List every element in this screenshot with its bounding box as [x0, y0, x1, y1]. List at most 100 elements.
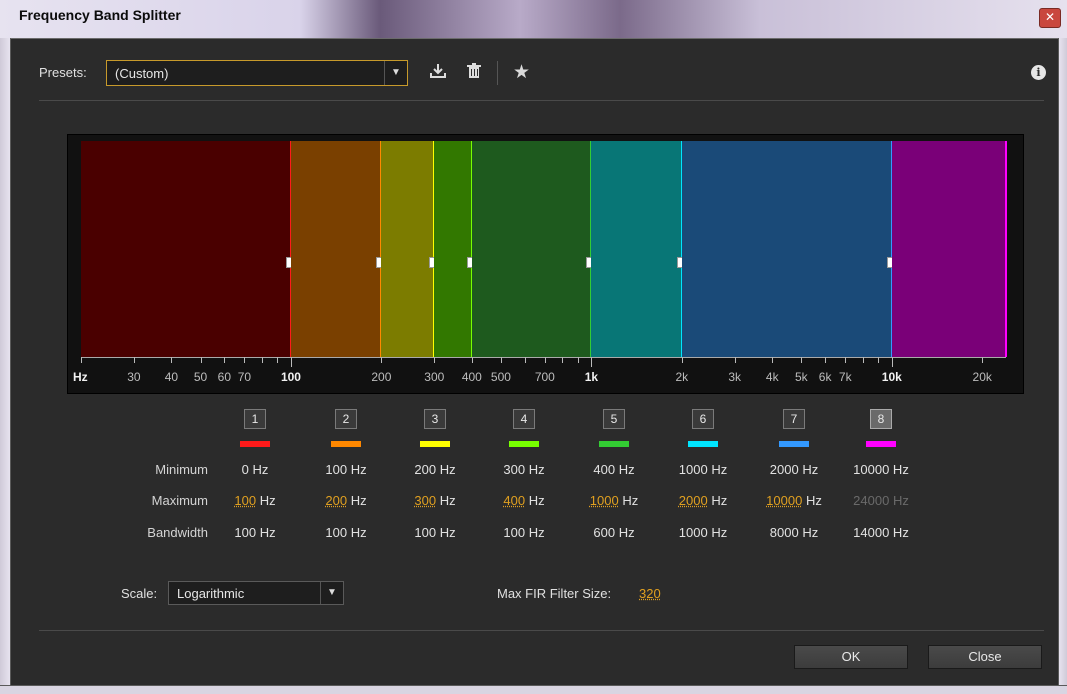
- presets-value: (Custom): [115, 66, 169, 81]
- band-number-8[interactable]: 8: [870, 409, 892, 429]
- band-bandwidth-2: 100 Hz: [325, 525, 367, 540]
- axis-tick: [381, 357, 383, 363]
- band-maximum-value: 10000: [766, 493, 803, 508]
- band-bandwidth-3: 100 Hz: [414, 525, 456, 540]
- band-bandwidth-4: 100 Hz: [503, 525, 545, 540]
- band-number-7[interactable]: 7: [783, 409, 805, 429]
- scale-dropdown[interactable]: Logarithmic ▼: [168, 581, 344, 605]
- axis-tick: [81, 357, 82, 363]
- band-maximum-unit: Hz: [525, 493, 545, 508]
- band-minimum-1: 0 Hz: [241, 462, 269, 477]
- band-minimum-2: 100 Hz: [325, 462, 367, 477]
- axis-tick: [133, 357, 135, 363]
- band-minimum-3: 200 Hz: [414, 462, 456, 477]
- band-maximum-4[interactable]: 400 Hz: [479, 493, 569, 508]
- band-region-2: [290, 141, 382, 357]
- presets-label: Presets:: [39, 65, 87, 80]
- band-graph[interactable]: Hz 30 40 50 60 70 100 200 300 400 500 700 1k 2k 3k 4k 5k…: [67, 134, 1024, 394]
- band-boundary-line-8: [1005, 141, 1007, 357]
- axis-line: [81, 357, 1006, 358]
- band-number-1[interactable]: 1: [244, 409, 266, 429]
- band-number-6[interactable]: 6: [692, 409, 714, 429]
- band-region-7: [681, 141, 892, 357]
- band-minimum-5: 400 Hz: [593, 462, 635, 477]
- axis-tick: [562, 357, 564, 363]
- axis-tick: [891, 357, 893, 367]
- band-bandwidth-6: 1000 Hz: [678, 525, 728, 540]
- presets-dropdown[interactable]: (Custom) ▼: [106, 60, 408, 86]
- info-icon[interactable]: i: [1031, 65, 1046, 80]
- fir-filter-size-value[interactable]: 320: [639, 586, 661, 601]
- close-window-button[interactable]: ✕: [1039, 8, 1061, 28]
- band-color-swatch-6: [688, 441, 718, 447]
- band-maximum-value: 1000: [589, 493, 619, 508]
- band-bandwidth-8: 14000 Hz: [853, 525, 909, 540]
- delete-preset-icon[interactable]: [466, 63, 482, 84]
- axis-tick: [878, 357, 880, 363]
- band-maximum-unit: Hz: [436, 493, 456, 508]
- window-frame-left: [0, 38, 11, 694]
- band-region-3: [381, 141, 435, 357]
- axis-label: 200: [371, 370, 392, 384]
- close-button[interactable]: Close: [928, 645, 1042, 669]
- band-region-4: [434, 141, 472, 357]
- axis-tick: [434, 357, 436, 363]
- axis-label: 10k: [881, 370, 902, 384]
- band-maximum-6[interactable]: 2000 Hz: [658, 493, 748, 508]
- axis-tick: [471, 357, 473, 363]
- axis-label: 4k: [765, 370, 779, 384]
- band-number-3[interactable]: 3: [424, 409, 446, 429]
- band-maximum-unit: Hz: [347, 493, 367, 508]
- band-maximum-value: 24000: [853, 493, 890, 508]
- axis-label: 400: [461, 370, 482, 384]
- band-minimum-6: 1000 Hz: [678, 462, 728, 477]
- axis-label: 500: [490, 370, 511, 384]
- axis-label: 5k: [795, 370, 808, 384]
- toolbar-separator: [497, 61, 498, 85]
- band-number-2[interactable]: 2: [335, 409, 357, 429]
- band-maximum-value: 200: [325, 493, 348, 508]
- band-color-swatch-8: [866, 441, 896, 447]
- window-title: Frequency Band Splitter: [19, 7, 181, 23]
- favorite-star-icon[interactable]: ★: [513, 61, 530, 84]
- axis-tick: [825, 357, 827, 363]
- band-maximum-unit: Hz: [618, 493, 639, 508]
- window-frame-bottom: [0, 685, 1067, 694]
- band-minimum-8: 10000 Hz: [853, 462, 909, 477]
- axis-label: Hz: [73, 370, 88, 384]
- band-maximum-2[interactable]: 200 Hz: [301, 493, 391, 508]
- axis-label: 20k: [972, 370, 992, 384]
- band-maximum-7[interactable]: 10000 Hz: [749, 493, 839, 508]
- band-maximum-5[interactable]: 1000 Hz: [569, 493, 659, 508]
- band-number-5[interactable]: 5: [603, 409, 625, 429]
- axis-label: 2k: [675, 370, 689, 384]
- band-maximum-value: 300: [414, 493, 437, 508]
- band-region-6: [591, 141, 682, 357]
- axis-tick: [577, 357, 579, 363]
- band-maximum-3[interactable]: 300 Hz: [390, 493, 480, 508]
- axis-tick: [290, 357, 292, 367]
- axis-label: 7k: [838, 370, 852, 384]
- band-regions[interactable]: [81, 141, 1007, 357]
- axis-label: 40: [164, 370, 179, 384]
- divider-top: [39, 100, 1044, 101]
- axis-tick: [862, 357, 864, 363]
- band-maximum-1[interactable]: 100 Hz: [210, 493, 300, 508]
- band-maximum-unit: Hz: [256, 493, 276, 508]
- axis-tick: [171, 357, 173, 363]
- ok-button[interactable]: OK: [794, 645, 908, 669]
- scale-label: Scale:: [121, 586, 158, 601]
- axis-label: 50: [193, 370, 208, 384]
- axis-tick: [261, 357, 263, 363]
- band-maximum-unit: Hz: [802, 493, 822, 508]
- band-color-swatch-2: [331, 441, 361, 447]
- row-label-bandwidth: Bandwidth: [147, 525, 208, 540]
- band-color-swatch-7: [779, 441, 809, 447]
- axis-tick: [982, 357, 984, 363]
- band-color-swatch-4: [509, 441, 539, 447]
- band-minimum-4: 300 Hz: [503, 462, 545, 477]
- save-preset-icon[interactable]: [429, 63, 447, 84]
- band-number-4[interactable]: 4: [513, 409, 535, 429]
- band-bandwidth-1: 100 Hz: [234, 525, 276, 540]
- window-frame-right: [1058, 38, 1067, 694]
